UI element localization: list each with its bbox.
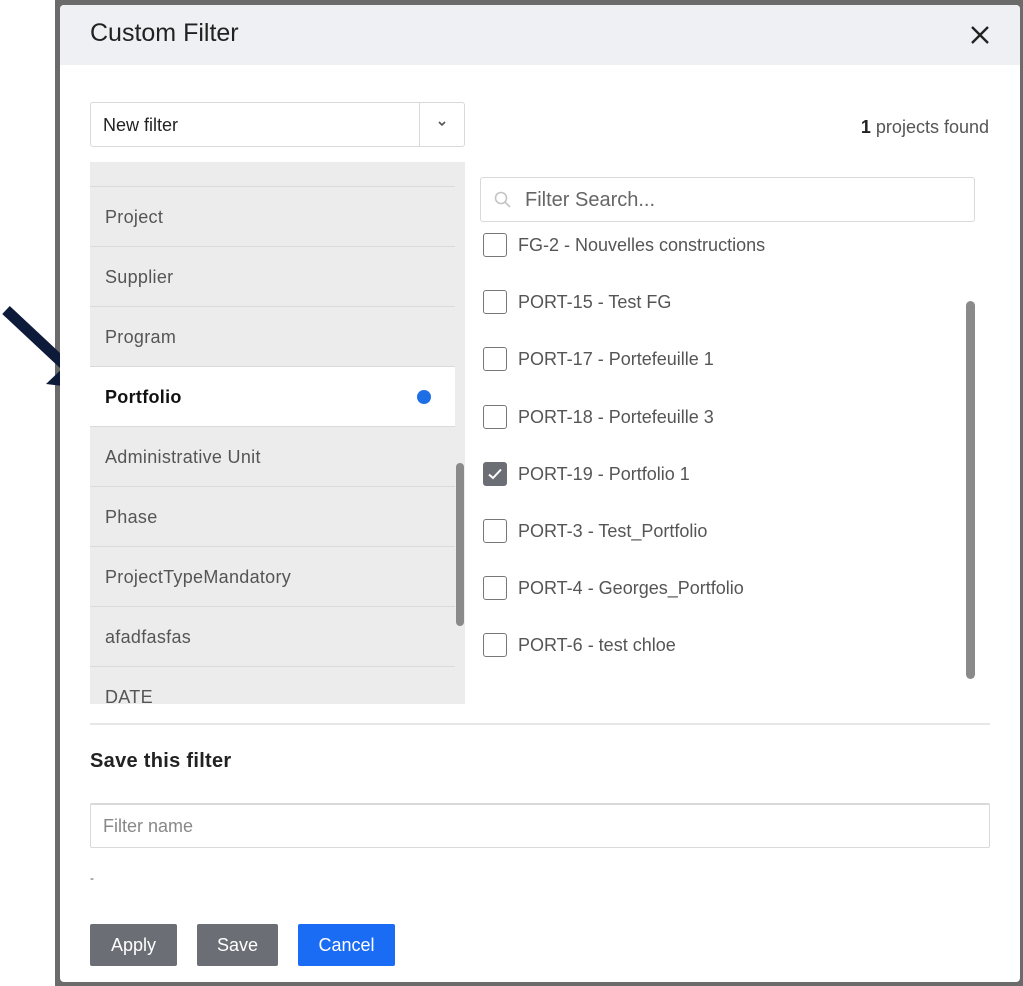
close-icon [971, 26, 989, 44]
section-divider [90, 723, 990, 725]
save-filter-heading: Save this filter [90, 750, 232, 772]
option-checkbox[interactable] [483, 233, 507, 257]
option-label: PORT-19 - Portfolio 1 [518, 464, 690, 484]
option-item[interactable]: PORT-18 - Portefeuille 3 [480, 397, 950, 437]
category-label: Supplier [105, 267, 174, 287]
category-item-afadfasfas[interactable]: afadfasfas [90, 607, 455, 667]
option-checkbox[interactable] [483, 519, 507, 543]
option-label: PORT-6 - test chloe [518, 635, 676, 655]
category-item-hidden[interactable] [90, 162, 455, 187]
option-item[interactable]: PORT-6 - test chloe [480, 625, 950, 665]
category-item-program[interactable]: Program [90, 307, 455, 367]
category-item-phase[interactable]: Phase [90, 487, 455, 547]
option-item[interactable]: PORT-3 - Test_Portfolio [480, 511, 950, 551]
option-checkbox[interactable] [483, 633, 507, 657]
category-label: Administrative Unit [105, 447, 261, 467]
option-label: PORT-4 - Georges_Portfolio [518, 578, 744, 598]
option-checkbox-checked[interactable] [483, 462, 507, 486]
category-item-portfolio[interactable]: Portfolio [90, 367, 455, 427]
category-label: Project [105, 207, 164, 227]
category-item-project[interactable]: Project [90, 187, 455, 247]
option-checkbox[interactable] [483, 347, 507, 371]
cancel-button[interactable]: Cancel [298, 924, 395, 966]
save-note: - [90, 871, 94, 885]
chevron-down-icon[interactable] [431, 113, 453, 135]
dialog-header: Custom Filter [60, 5, 1020, 65]
option-label: PORT-17 - Portefeuille 1 [518, 349, 714, 369]
option-checkbox[interactable] [483, 576, 507, 600]
option-label: PORT-15 - Test FG [518, 292, 672, 312]
option-label: PORT-18 - Portefeuille 3 [518, 407, 714, 427]
option-item[interactable]: FG-2 - Nouvelles constructions [480, 227, 950, 265]
custom-filter-dialog: Custom Filter New filter 1 projects foun… [60, 5, 1020, 982]
option-item[interactable]: PORT-4 - Georges_Portfolio [480, 568, 950, 608]
category-item-date[interactable]: DATE [90, 667, 455, 704]
active-indicator-dot [417, 390, 431, 404]
category-item-projecttypemandatory[interactable]: ProjectTypeMandatory [90, 547, 455, 607]
category-scrollbar[interactable] [456, 463, 464, 626]
filter-category-list: Project Supplier Program Portfolio Admin… [90, 162, 465, 704]
category-label: Phase [105, 507, 158, 527]
category-label: ProjectTypeMandatory [105, 567, 292, 587]
projects-found-number: 1 [860, 117, 871, 137]
select-separator [419, 103, 420, 146]
category-item-administrative-unit[interactable]: Administrative Unit [90, 427, 455, 487]
apply-button[interactable]: Apply [90, 924, 177, 966]
option-item[interactable]: PORT-19 - Portfolio 1 [480, 454, 950, 494]
option-item[interactable]: PORT-15 - Test FG [480, 282, 950, 322]
save-button[interactable]: Save [197, 924, 278, 966]
option-checkbox[interactable] [483, 290, 507, 314]
close-button[interactable] [962, 17, 998, 53]
filter-option-list: FG-2 - Nouvelles constructions PORT-15 -… [480, 227, 960, 692]
saved-filter-select[interactable]: New filter [90, 102, 465, 147]
projects-found-label: projects found [870, 117, 989, 137]
category-label: Program [105, 327, 177, 347]
option-label: FG-2 - Nouvelles constructions [518, 235, 766, 255]
option-label: PORT-3 - Test_Portfolio [518, 521, 708, 541]
category-item-supplier[interactable]: Supplier [90, 247, 455, 307]
filter-name-input[interactable] [90, 803, 990, 848]
filter-search-box[interactable] [480, 177, 975, 222]
category-label: afadfasfas [105, 627, 192, 647]
category-label: Portfolio [105, 387, 182, 407]
option-scrollbar[interactable] [966, 301, 975, 679]
projects-found-count: 1 projects found [861, 117, 989, 138]
dialog-title: Custom Filter [90, 19, 239, 47]
category-label: DATE [105, 687, 153, 704]
search-icon [494, 191, 511, 208]
option-item[interactable]: PORT-17 - Portefeuille 1 [480, 339, 950, 379]
option-checkbox[interactable] [483, 405, 507, 429]
filter-search-input[interactable] [525, 186, 965, 214]
checkmark-icon [488, 468, 502, 480]
saved-filter-value: New filter [103, 115, 179, 135]
